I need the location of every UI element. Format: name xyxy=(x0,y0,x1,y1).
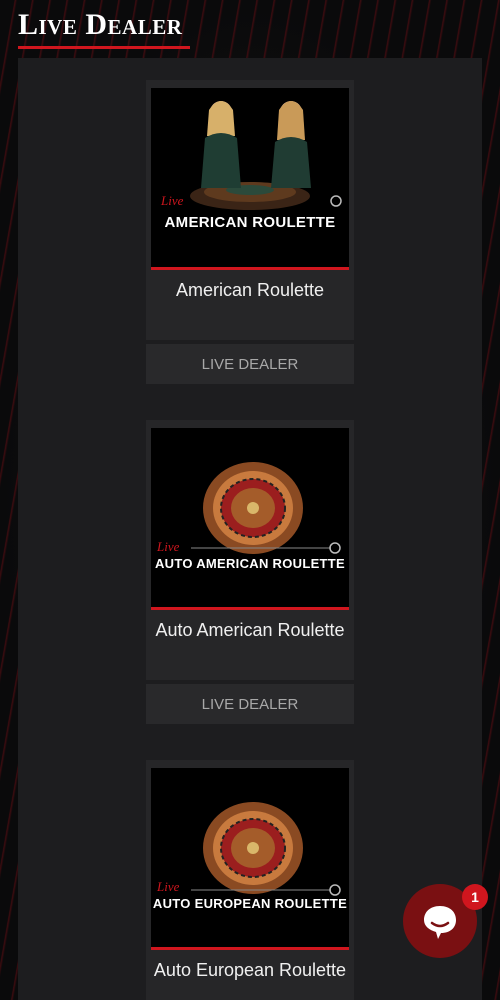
thumb-live-label: Live xyxy=(161,193,184,208)
thumb-divider xyxy=(151,947,349,950)
unread-badge: 1 xyxy=(462,884,488,910)
dealers-illustration xyxy=(151,88,349,270)
game-thumbnail[interactable]: Live AUTO AMERICAN ROULETTE xyxy=(151,428,349,610)
thumb-title: AUTO AMERICAN ROULETTE xyxy=(154,556,346,571)
page-title: Live Dealer xyxy=(18,8,183,41)
chat-bubble-icon xyxy=(424,906,456,939)
game-card-american-roulette[interactable]: Live AMERICAN ROULETTE American Roulette xyxy=(146,80,354,340)
game-card-auto-american-roulette[interactable]: Live AUTO AMERICAN ROULETTE Auto America… xyxy=(146,420,354,680)
roulette-wheel-illustration xyxy=(151,428,349,610)
thumb-title: AUTO EUROPEAN ROULETTE xyxy=(152,896,348,911)
thumb-divider xyxy=(151,267,349,270)
roulette-wheel-illustration xyxy=(151,768,349,950)
thumb-live-label: Live xyxy=(157,879,180,894)
title-underline xyxy=(18,46,190,49)
category-button[interactable]: LIVE DEALER xyxy=(146,344,354,384)
thumb-title: AMERICAN ROULETTE xyxy=(164,214,336,231)
page-header: Live Dealer xyxy=(18,8,190,49)
game-card-auto-european-roulette[interactable]: Live AUTO EUROPEAN ROULETTE Auto Europea… xyxy=(146,760,354,1000)
thumb-live-label: Live xyxy=(157,539,180,554)
game-name[interactable]: American Roulette xyxy=(146,280,354,301)
game-name[interactable]: Auto European Roulette xyxy=(146,960,354,981)
category-button[interactable]: LIVE DEALER xyxy=(146,684,354,724)
game-name[interactable]: Auto American Roulette xyxy=(146,620,354,641)
game-thumbnail[interactable]: Live AMERICAN ROULETTE xyxy=(151,88,349,270)
game-thumbnail[interactable]: Live AUTO EUROPEAN ROULETTE xyxy=(151,768,349,950)
thumb-divider xyxy=(151,607,349,610)
